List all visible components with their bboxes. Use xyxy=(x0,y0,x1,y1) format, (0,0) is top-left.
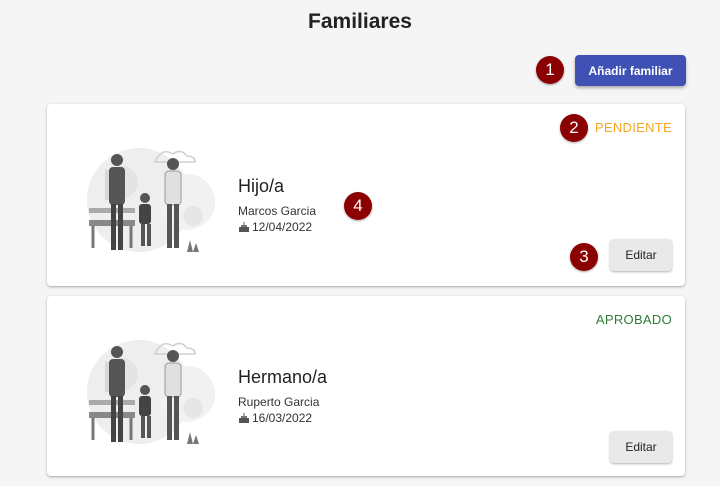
edit-button[interactable]: Editar xyxy=(610,239,672,271)
family-illustration xyxy=(87,146,217,254)
birthdate: 12/04/2022 xyxy=(238,220,312,234)
annotation-marker-1: 1 xyxy=(536,56,564,84)
relation-label: Hijo/a xyxy=(238,176,285,196)
family-card: APROBADO Hermano/a Ruperto Garcia 16/03/… xyxy=(47,296,685,476)
family-illustration xyxy=(87,338,217,446)
annotation-marker-2: 2 xyxy=(560,114,588,142)
page-title: Familiares xyxy=(308,10,412,33)
edit-button[interactable]: Editar xyxy=(610,431,672,463)
annotation-marker-3: 3 xyxy=(570,243,598,271)
status-badge: PENDIENTE xyxy=(594,120,672,135)
birthdate-value: 16/03/2022 xyxy=(252,411,313,425)
cake-icon xyxy=(239,221,249,232)
member-name: Ruperto Garcia xyxy=(238,395,320,409)
birthdate-value: 12/04/2022 xyxy=(252,220,313,234)
add-family-button[interactable]: Añadir familiar xyxy=(575,55,686,86)
annotation-marker-4: 4 xyxy=(344,192,372,220)
birthdate: 16/03/2022 xyxy=(238,411,312,425)
status-badge: APROBADO xyxy=(595,312,672,327)
member-name: Marcos Garcia xyxy=(238,204,317,218)
cake-icon xyxy=(239,412,249,423)
relation-label: Hermano/a xyxy=(238,367,328,387)
